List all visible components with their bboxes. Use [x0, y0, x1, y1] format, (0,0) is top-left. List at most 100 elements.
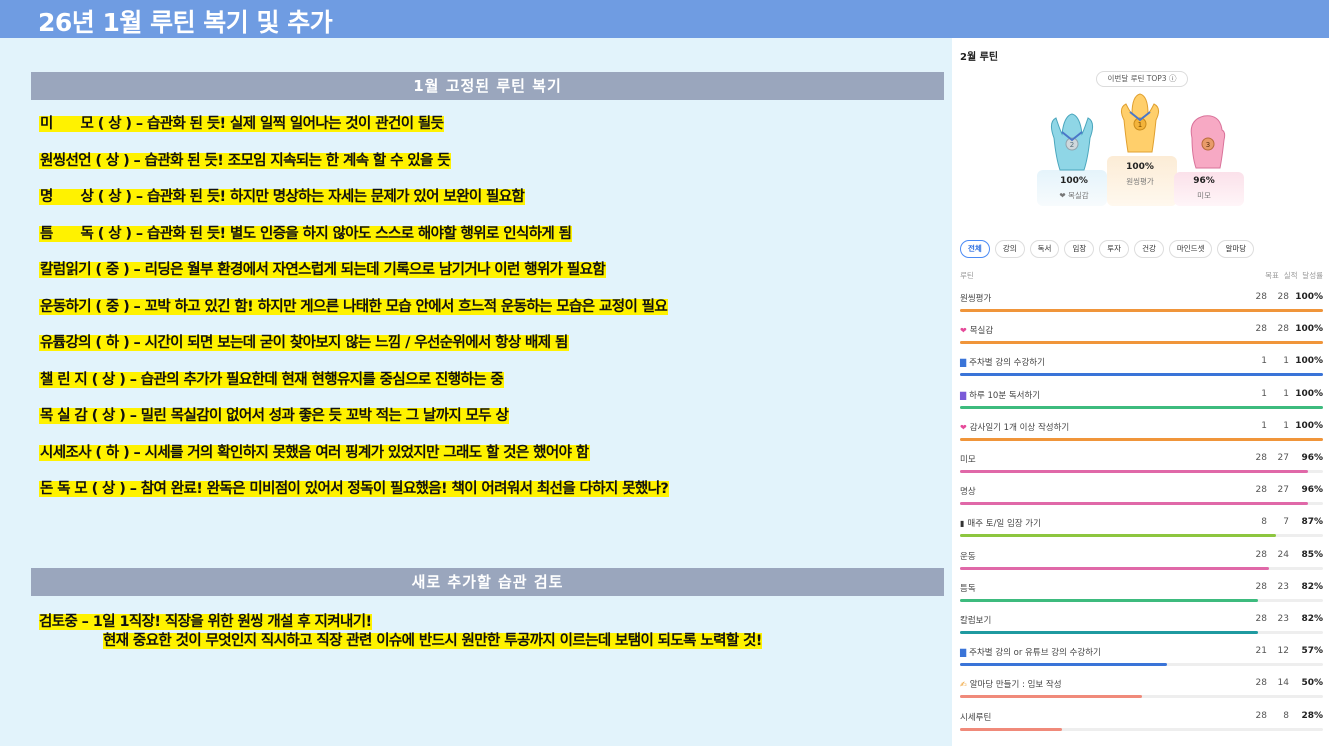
routine-row[interactable]: ▮ 매주 토/일 임장 가기 8 7 87% — [960, 513, 1323, 545]
routine-goal: 28 — [1255, 581, 1267, 592]
routine-row[interactable]: 원씽평가 28 28 100% — [960, 288, 1323, 320]
progress-bar — [960, 470, 1309, 473]
routine-stats: 28 23 82% — [1245, 614, 1323, 624]
tab-category[interactable]: 건강 — [1134, 240, 1164, 258]
review-item: 유튭강의 ( 하 ) – 시간이 되면 보는데 굳이 찾아보지 않는 느낌 / … — [39, 331, 569, 352]
routine-row[interactable]: ✍ 알마당 만들기 : 임보 작성 28 14 50% — [960, 674, 1323, 706]
routine-actual: 28 — [1277, 292, 1289, 302]
routine-stats: 28 14 50% — [1245, 678, 1323, 688]
routine-rate: 100% — [1295, 324, 1323, 335]
routine-rate: 50% — [1301, 678, 1323, 689]
routine-row[interactable]: 미모 28 27 96% — [960, 449, 1323, 481]
progress-bar — [960, 631, 1258, 634]
routine-row[interactable]: 시세루틴 28 8 28% — [960, 707, 1323, 739]
routine-actual: 27 — [1277, 485, 1289, 496]
section-heading-review: 1월 고정된 루틴 복기 — [31, 72, 944, 100]
feet-icon: ▮ — [960, 519, 965, 529]
tab-category[interactable]: 전체 — [960, 240, 990, 258]
routine-row[interactable]: 칼럼보기 28 23 82% — [960, 610, 1323, 642]
routine-goal: 28 — [1255, 485, 1267, 496]
routine-name: ▇ 하루 10분 독서하기 — [960, 390, 1041, 401]
routine-row[interactable]: 틈독 28 23 82% — [960, 578, 1323, 610]
tab-category[interactable]: 알마당 — [1217, 240, 1255, 258]
mascot-rank-2-icon: 2 — [1050, 113, 1094, 171]
routine-rate: 85% — [1301, 549, 1323, 560]
review-item-text: 유튭강의 ( 하 ) – 시간이 되면 보는데 굳이 찾아보지 않는 느낌 / … — [39, 335, 569, 351]
routine-name: ❤ 목실감 — [960, 326, 994, 337]
routine-stats: 21 12 57% — [1245, 646, 1323, 656]
routine-name: 미모 — [960, 455, 976, 465]
routine-stats: 28 27 96% — [1245, 485, 1323, 495]
review-item: 시세조사 ( 하 ) – 시세를 거의 확인하지 못했음 여러 핑계가 있었지만… — [39, 441, 590, 462]
top3-rate: 100% — [1126, 162, 1154, 172]
heart-icon: ❤ — [960, 326, 967, 336]
top3-info-button[interactable]: 이번달 루틴 TOP3 ⓘ — [1096, 71, 1188, 87]
routine-stats: 1 1 100% — [1245, 389, 1323, 399]
category-tabs: 전체 강의 독서 임장 투자 건강 마인드셋 알마당 — [960, 240, 1255, 258]
routine-actual: 12 — [1277, 646, 1289, 657]
routine-goal: 1 — [1261, 420, 1267, 431]
routine-actual: 14 — [1277, 678, 1289, 689]
routine-rate: 100% — [1295, 292, 1323, 302]
progress-bar — [960, 502, 1309, 506]
routine-rate: 100% — [1295, 388, 1323, 399]
tab-category[interactable]: 강의 — [994, 240, 1025, 258]
routine-name: ▮ 매주 토/일 임장 가기 — [960, 519, 1041, 530]
routine-name: ▇ 주차별 강의 or 유튜브 강의 수강하기 — [960, 648, 1101, 659]
books-icon: ▇ — [960, 390, 967, 400]
routine-rate: 87% — [1301, 517, 1323, 528]
routine-row[interactable]: ❤ 감사일기 1개 이상 작성하기 1 1 100% — [960, 417, 1323, 449]
book-icon: ▇ — [960, 358, 967, 368]
routine-row[interactable]: ❤ 목실감 28 28 100% — [960, 320, 1323, 352]
routine-stats: 28 23 82% — [1245, 582, 1323, 592]
review-item: 칼럼읽기 ( 중 ) – 리딩은 월부 환경에서 자연스럽게 되는데 기록으로 … — [39, 258, 607, 279]
routine-actual: 27 — [1277, 453, 1289, 463]
review-item: 돈 독 모 ( 상 ) – 참여 완료! 완독은 미비점이 있어서 정독이 필요… — [39, 477, 670, 498]
col-goal: 목표 — [1265, 271, 1279, 280]
routine-stats: 28 8 28% — [1245, 711, 1323, 721]
pen-icon: ✍ — [960, 680, 967, 690]
routine-goal: 28 — [1255, 453, 1267, 463]
tab-category[interactable]: 마인드셋 — [1168, 240, 1213, 258]
section-heading-new-habits: 새로 추가할 습관 검토 — [31, 568, 944, 596]
tab-category[interactable]: 독서 — [1029, 240, 1060, 258]
routine-actual: 7 — [1283, 517, 1289, 528]
review-item: 원씽선언 ( 상 ) – 습관화 된 듯! 조모임 지속되는 한 계속 할 수 … — [39, 149, 451, 170]
top3-name: 미모 — [1197, 191, 1211, 200]
routine-goal: 8 — [1261, 517, 1267, 528]
new-habit-note: 검토중 – 1일 1직장! 직장을 위한 원씽 개설 후 지켜내기! 현재 중요… — [39, 613, 762, 651]
tab-category[interactable]: 투자 — [1099, 240, 1130, 258]
top3-name: 원씽평가 — [1126, 177, 1154, 186]
routine-stats: 28 28 100% — [1245, 292, 1323, 302]
review-item-text: 돈 독 모 ( 상 ) – 참여 완료! 완독은 미비점이 있어서 정독이 필요… — [39, 481, 670, 497]
review-item-text: 목 실 감 ( 상 ) – 밀린 목실감이 없어서 성과 좋은 듯 꼬박 적는 … — [39, 408, 510, 424]
progress-bar — [960, 405, 1323, 409]
svg-text:1: 1 — [1138, 121, 1142, 129]
list-header: 루틴 목표 실적 달성률 — [960, 270, 1323, 281]
top3-rate: 96% — [1193, 176, 1215, 186]
routine-row[interactable]: 명상 28 27 96% — [960, 481, 1323, 513]
progress-bar — [960, 309, 1323, 312]
routine-rate: 28% — [1301, 710, 1323, 721]
routine-rate: 96% — [1301, 485, 1323, 496]
progress-bar — [960, 727, 1062, 731]
progress-bar — [960, 373, 1323, 377]
routine-row[interactable]: 운동 28 24 85% — [960, 546, 1323, 578]
routine-rate: 96% — [1301, 453, 1323, 463]
page-title: 26년 1월 루틴 복기 및 추가 — [38, 8, 333, 37]
progress-bar — [960, 598, 1258, 602]
routine-row[interactable]: ▇ 하루 10분 독서하기 1 1 100% — [960, 385, 1323, 417]
tab-category[interactable]: 임장 — [1064, 240, 1095, 258]
routine-actual: 1 — [1283, 356, 1289, 367]
review-item-text: 칼럼읽기 ( 중 ) – 리딩은 월부 환경에서 자연스럽게 되는데 기록으로 … — [39, 262, 607, 278]
routine-goal: 28 — [1255, 678, 1267, 689]
routine-rate: 57% — [1301, 646, 1323, 657]
review-item: 운동하기 ( 중 ) – 꼬박 하고 있긴 함! 하지만 게으른 나태한 모습 … — [39, 295, 669, 316]
routine-row[interactable]: ▇ 주차별 강의 수강하기 1 1 100% — [960, 352, 1323, 384]
mascot-rank-3-icon: 3 — [1190, 115, 1226, 169]
review-item: 틈 독 ( 상 ) – 습관화 된 듯! 별도 인증을 하지 않아도 스스로 해… — [39, 222, 573, 243]
routine-stats: 1 1 100% — [1245, 421, 1323, 431]
routine-stats: 28 27 96% — [1245, 453, 1323, 463]
routine-row[interactable]: ▇ 주차별 강의 or 유튜브 강의 수강하기 21 12 57% — [960, 642, 1323, 674]
routine-goal: 28 — [1255, 710, 1267, 721]
